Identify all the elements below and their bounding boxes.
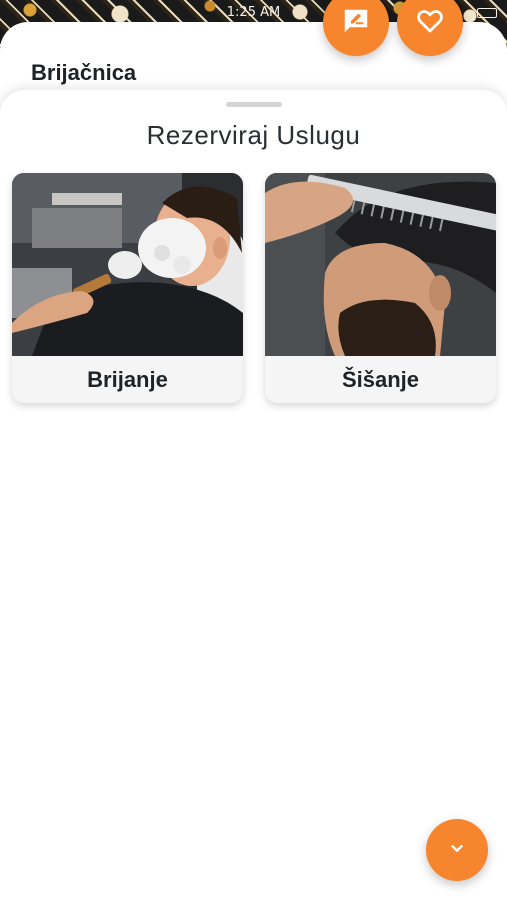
haircut-comb-photo: [265, 173, 496, 356]
booking-sheet: Rezerviraj Uslugu Brijanje Šišanje: [0, 90, 507, 900]
sheet-title: Rezerviraj Uslugu: [146, 120, 361, 150]
man-shaving-photo: [12, 173, 243, 356]
sheet-drag-handle[interactable]: [226, 102, 282, 107]
service-label-haircut: Šišanje: [341, 366, 420, 392]
expand-button[interactable]: [426, 819, 488, 881]
status-time: 1:25 AM: [226, 5, 281, 20]
battery-icon: [477, 8, 497, 18]
heart-outline-icon: [415, 6, 445, 40]
chevron-down-icon: [446, 837, 468, 863]
service-card-haircut[interactable]: Šišanje: [265, 173, 496, 403]
service-card-shaving[interactable]: Brijanje: [12, 173, 243, 403]
rate-review-icon: [341, 6, 371, 40]
shop-name: Brijačnica: [31, 60, 137, 85]
service-label-shaving: Brijanje: [87, 366, 168, 392]
